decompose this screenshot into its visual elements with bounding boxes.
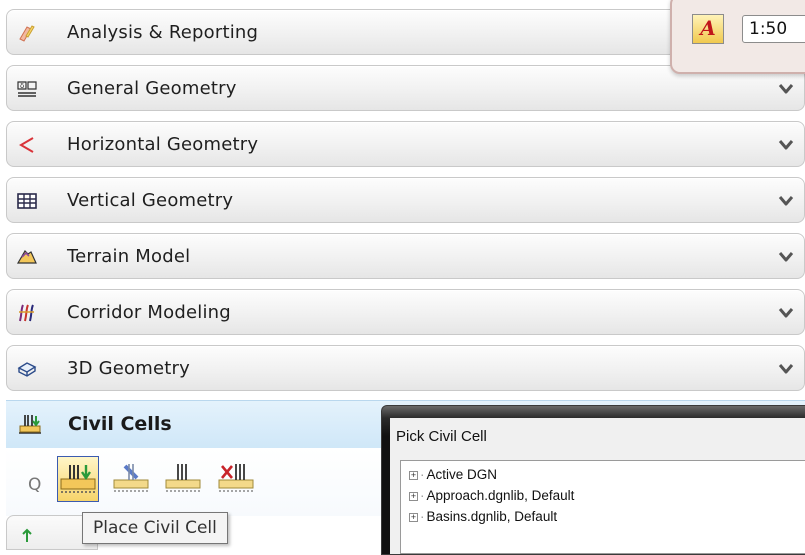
analysis-icon [19, 25, 35, 42]
corridor-modeling-icon [19, 304, 34, 322]
section-label: Vertical Geometry [67, 190, 234, 211]
3d-geometry-icon [17, 362, 37, 377]
tree-connector: · [420, 488, 425, 503]
search-icon[interactable]: Q [28, 475, 41, 495]
expand-icon[interactable]: + [409, 513, 418, 522]
expand-icon[interactable]: + [409, 492, 418, 501]
tree-item-label: Basins.dgnlib, Default [426, 509, 558, 524]
scale-field[interactable]: 1:50 [742, 15, 805, 43]
place-civil-cell-button[interactable] [57, 456, 99, 502]
section-3d-geometry[interactable]: 3D Geometry [6, 345, 805, 391]
tree-item-label: Active DGN [426, 467, 498, 482]
svg-text:δ: δ [20, 82, 24, 90]
section-label: General Geometry [67, 78, 237, 99]
tree-connector: · [420, 509, 425, 524]
section-label: 3D Geometry [67, 358, 190, 379]
tooltip: Place Civil Cell [82, 512, 228, 544]
general-geometry-icon: δ [17, 81, 37, 97]
floating-toolbar: A 1:50 [670, 0, 805, 74]
horizontal-geometry-icon [19, 137, 34, 153]
civil-cell-tool-3-icon [165, 464, 201, 492]
tree-item-label: Approach.dgnlib, Default [426, 488, 575, 503]
chevron-down-icon[interactable] [778, 194, 794, 208]
section-label: Corridor Modeling [67, 302, 231, 323]
section-corridor-modeling[interactable]: Corridor Modeling [6, 289, 805, 335]
section-horizontal-geometry[interactable]: Horizontal Geometry [6, 121, 805, 167]
chevron-down-icon[interactable] [778, 362, 794, 376]
chevron-down-icon[interactable] [778, 82, 794, 96]
chevron-down-icon[interactable] [778, 138, 794, 152]
section-label: Terrain Model [67, 246, 191, 267]
terrain-model-icon [17, 250, 37, 264]
tree-item[interactable]: + · Active DGN [409, 467, 497, 485]
annotation-scale-button[interactable]: A [692, 14, 724, 44]
civil-cells-icon [19, 415, 41, 434]
tree-connector: · [420, 467, 425, 482]
place-civil-cell-icon [60, 465, 96, 493]
civil-cell-tree: + · Active DGN + · Approach.dgnlib, Default … [400, 460, 805, 554]
section-label: Analysis & Reporting [67, 22, 259, 43]
chevron-down-icon[interactable] [778, 250, 794, 264]
civil-cell-tool-4-icon [218, 464, 254, 492]
dialog-body: + · Active DGN + · Approach.dgnlib, Default … [390, 454, 805, 554]
section-vertical-geometry[interactable]: Vertical Geometry [6, 177, 805, 223]
tree-item[interactable]: + · Approach.dgnlib, Default [409, 488, 574, 506]
civil-cell-tool-2-button[interactable] [111, 456, 153, 502]
chevron-down-icon[interactable] [778, 306, 794, 320]
civil-cell-tool-4-button[interactable] [216, 456, 258, 502]
section-terrain-model[interactable]: Terrain Model [6, 233, 805, 279]
vertical-geometry-icon [17, 193, 37, 209]
dialog-titlebar[interactable]: Pick Civil Cell [390, 418, 805, 454]
dialog-title: Pick Civil Cell [396, 428, 487, 445]
civil-cell-tool-2-icon [113, 464, 149, 492]
expand-icon[interactable]: + [409, 471, 418, 480]
partial-section-icon [22, 528, 32, 542]
civil-cell-tool-3-button[interactable] [163, 456, 205, 502]
pick-civil-cell-dialog: Pick Civil Cell + · Active DGN + · Approach.… [381, 405, 805, 555]
section-label: Horizontal Geometry [67, 134, 259, 155]
tree-item[interactable]: + · Basins.dgnlib, Default [409, 509, 557, 527]
section-label: Civil Cells [68, 413, 172, 435]
